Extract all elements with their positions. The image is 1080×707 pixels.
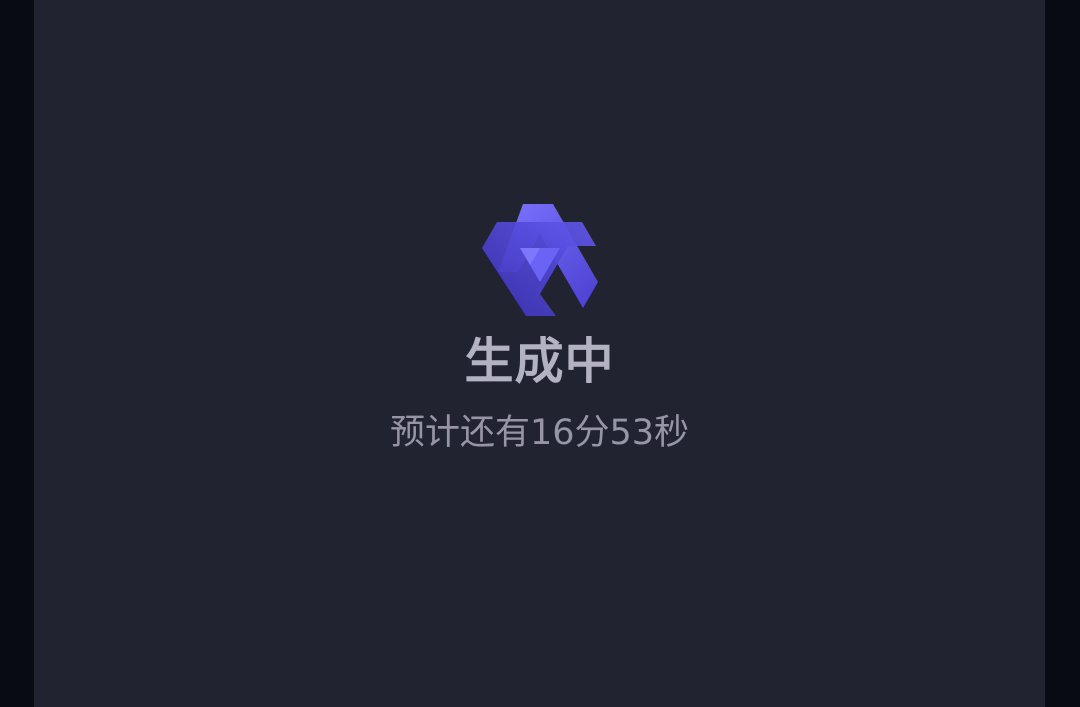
generating-title: 生成中	[464, 333, 615, 390]
screen: 生成中 预计还有16分53秒	[0, 0, 1080, 707]
generation-panel: 生成中 预计还有16分53秒	[34, 0, 1045, 707]
eta-text: 预计还有16分53秒	[389, 413, 690, 453]
app-logo-icon	[481, 204, 598, 316]
generating-status: 生成中 预计还有16分53秒	[34, 198, 1045, 454]
